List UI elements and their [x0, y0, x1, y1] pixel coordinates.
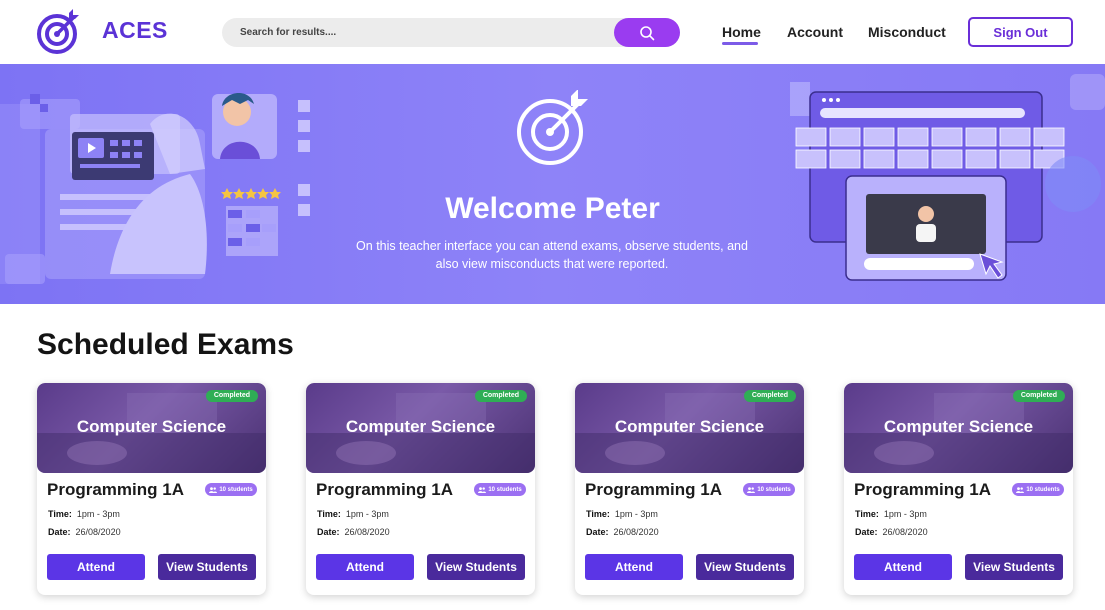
- welcome-description: On this teacher interface you can attend…: [356, 239, 748, 271]
- view-students-button[interactable]: View Students: [696, 554, 794, 580]
- view-students-button[interactable]: View Students: [158, 554, 256, 580]
- time-label: Time: [586, 509, 607, 519]
- exam-date-row: Date: 26/08/2020: [317, 527, 390, 537]
- exam-date: 26/08/2020: [882, 527, 928, 537]
- people-icon: [747, 486, 756, 493]
- exam-date-row: Date: 26/08/2020: [586, 527, 659, 537]
- date-label: Date: [855, 527, 875, 537]
- brand-name[interactable]: ACES: [102, 17, 168, 44]
- exam-course-title: Programming 1A: [585, 480, 722, 499]
- student-count-badge: 10 students: [1012, 483, 1064, 496]
- student-count-badge: 10 students: [474, 483, 526, 496]
- exam-date: 26/08/2020: [75, 527, 121, 537]
- label-colon: :: [875, 509, 879, 519]
- people-icon: [478, 486, 487, 493]
- search-icon: [640, 25, 655, 40]
- exam-course-title: Programming 1A: [47, 480, 184, 499]
- exam-course-title: Programming 1A: [316, 480, 453, 499]
- student-count: 10 students: [488, 486, 522, 493]
- label-colon: :: [874, 527, 878, 537]
- exam-card-image: Completed Computer Science: [844, 383, 1073, 473]
- student-count-badge: 10 students: [205, 483, 257, 496]
- target-arrow-icon: [517, 90, 588, 165]
- people-icon: [1016, 486, 1025, 493]
- active-nav-indicator: [722, 42, 758, 45]
- date-label: Date: [317, 527, 337, 537]
- exam-date: 26/08/2020: [613, 527, 659, 537]
- attend-button[interactable]: Attend: [585, 554, 683, 580]
- nav-account-link[interactable]: Account: [787, 24, 843, 40]
- search-input[interactable]: [222, 18, 614, 47]
- exam-card: Completed Computer Science Programming 1…: [844, 383, 1073, 595]
- status-badge: Completed: [474, 390, 527, 402]
- label-colon: :: [605, 527, 609, 537]
- video-monitoring-illustration: [790, 74, 1105, 281]
- exam-date-row: Date: 26/08/2020: [855, 527, 928, 537]
- attend-button[interactable]: Attend: [316, 554, 414, 580]
- exam-card: Completed Computer Science Programming 1…: [306, 383, 535, 595]
- exam-card: Completed Computer Science Programming 1…: [575, 383, 804, 595]
- exam-time: 1pm - 3pm: [614, 509, 658, 519]
- exam-card-image: Completed Computer Science: [306, 383, 535, 473]
- view-students-button[interactable]: View Students: [965, 554, 1063, 580]
- label-colon: :: [337, 509, 341, 519]
- time-label: Time: [855, 509, 876, 519]
- top-navbar: ACES Home Account Misconduct Sign Out: [0, 0, 1105, 64]
- exam-time-row: Time: 1pm - 3pm: [586, 509, 658, 519]
- welcome-banner: Welcome Peter On this teacher interface …: [0, 64, 1105, 304]
- date-label: Date: [48, 527, 68, 537]
- exam-course-title: Programming 1A: [854, 480, 991, 499]
- exam-subject: Computer Science: [76, 417, 227, 436]
- exam-time: 1pm - 3pm: [345, 509, 389, 519]
- search-bar: [222, 18, 680, 47]
- search-button[interactable]: [614, 18, 680, 47]
- exam-date: 26/08/2020: [344, 527, 390, 537]
- label-colon: :: [68, 509, 72, 519]
- student-count: 10 students: [219, 486, 253, 493]
- exam-date-row: Date: 26/08/2020: [48, 527, 121, 537]
- nav-misconduct-link[interactable]: Misconduct: [868, 24, 946, 40]
- time-label: Time: [48, 509, 69, 519]
- status-badge: Completed: [1012, 390, 1065, 402]
- exam-card: Completed Computer Science Programming 1…: [37, 383, 266, 595]
- exam-time-row: Time: 1pm - 3pm: [317, 509, 389, 519]
- exam-card-image: Completed Computer Science: [575, 383, 804, 473]
- view-students-button[interactable]: View Students: [427, 554, 525, 580]
- nav-home-link[interactable]: Home: [722, 24, 761, 40]
- exam-time: 1pm - 3pm: [883, 509, 927, 519]
- exam-time: 1pm - 3pm: [76, 509, 120, 519]
- attend-button[interactable]: Attend: [47, 554, 145, 580]
- exam-card-image: Completed Computer Science: [37, 383, 266, 473]
- exam-card-list: Completed Computer Science Programming 1…: [37, 383, 1077, 595]
- label-colon: :: [336, 527, 340, 537]
- time-label: Time: [317, 509, 338, 519]
- exam-time-row: Time: 1pm - 3pm: [48, 509, 120, 519]
- exam-time-row: Time: 1pm - 3pm: [855, 509, 927, 519]
- label-colon: :: [67, 527, 71, 537]
- label-colon: :: [606, 509, 610, 519]
- people-icon: [209, 486, 218, 493]
- exam-subject: Computer Science: [614, 417, 765, 436]
- exam-subject: Computer Science: [345, 417, 496, 436]
- scheduled-exams-heading: Scheduled Exams: [37, 328, 294, 361]
- student-count-badge: 10 students: [743, 483, 795, 496]
- student-count: 10 students: [757, 486, 791, 493]
- status-badge: Completed: [205, 390, 258, 402]
- date-label: Date: [586, 527, 606, 537]
- status-badge: Completed: [743, 390, 796, 402]
- attend-button[interactable]: Attend: [854, 554, 952, 580]
- target-arrow-logo-icon[interactable]: [36, 9, 82, 55]
- student-count: 10 students: [1026, 486, 1060, 493]
- exam-subject: Computer Science: [883, 417, 1034, 436]
- teacher-dashboard-illustration: [0, 92, 310, 284]
- sign-out-button[interactable]: Sign Out: [968, 17, 1073, 47]
